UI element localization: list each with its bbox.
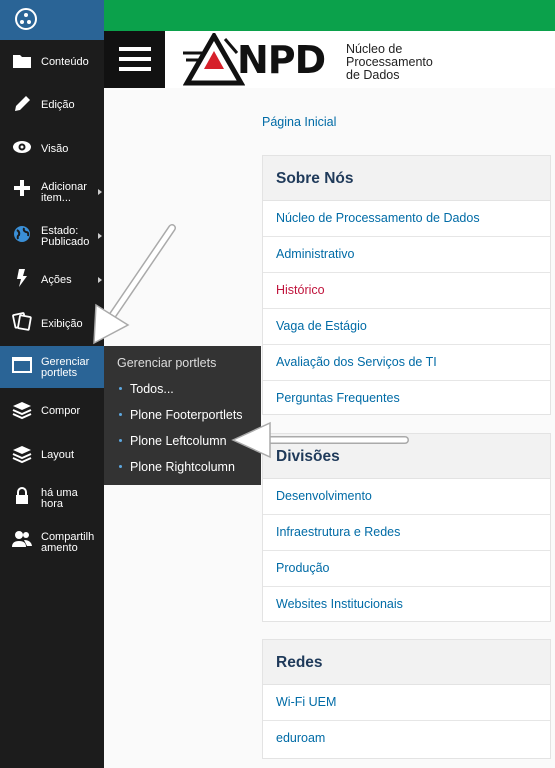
portlet-link[interactable]: Desenvolvimento [263, 479, 550, 515]
submenu-item-todos[interactable]: Todos... [130, 382, 174, 396]
toolbar-item-gerenciar-portlets[interactable]: Gerenciar portlets [0, 346, 112, 388]
toolbar-item-lock[interactable]: há uma hora [0, 484, 104, 514]
top-bar [104, 0, 555, 31]
chevron-right-icon [98, 277, 102, 283]
portlet-link[interactable]: Avaliação dos Serviços de TI [263, 345, 550, 381]
bullet-icon [119, 413, 122, 416]
toolbar-item-acoes[interactable]: Ações [0, 266, 104, 294]
portlet-link[interactable]: Wi-Fi UEM [263, 685, 550, 721]
chevron-right-icon [98, 189, 102, 195]
submenu-item-rightcolumn[interactable]: Plone Rightcolumn [130, 460, 235, 474]
toolbar-item-label: Exibição [41, 318, 83, 330]
portlets-icon [12, 357, 32, 373]
arrow-icon [93, 224, 176, 345]
portlet-link[interactable]: Histórico [263, 273, 550, 309]
portlet-redes: Redes Wi-Fi UEM eduroam [262, 639, 551, 759]
submenu-title: Gerenciar portlets [117, 356, 217, 370]
plone-toolbar: Conteúdo Edição Visão Adicionar item... … [0, 0, 112, 768]
chevron-right-icon [98, 233, 102, 239]
folder-icon [13, 55, 31, 68]
toolbar-item-label: Compartilhamento [41, 531, 95, 554]
portlet-link[interactable]: Websites Institucionais [263, 587, 550, 623]
eye-icon [13, 141, 31, 153]
toolbar-item-label: Estado: Publicado [41, 225, 90, 248]
hamburger-line [119, 47, 151, 51]
toolbar-item-compartilhamento[interactable]: Compartilhamento [0, 528, 104, 558]
lock-icon [16, 487, 28, 504]
portlet-title[interactable]: Redes [263, 640, 550, 685]
portlet-link[interactable]: eduroam [263, 721, 550, 757]
toolbar-item-compor[interactable]: Compor [0, 398, 104, 426]
hamburger-line [119, 67, 151, 71]
logo-text: NPD [237, 38, 326, 82]
plus-icon [14, 180, 30, 196]
toolbar-item-conteudo[interactable]: Conteúdo [0, 48, 104, 76]
toolbar-item-estado[interactable]: Estado: Publicado [0, 222, 104, 252]
toolbar-item-exibicao[interactable]: Exibição [0, 310, 104, 338]
users-icon [12, 531, 32, 547]
npd-logo-icon[interactable] [183, 33, 245, 88]
bullet-icon [119, 439, 122, 442]
breadcrumb-home-link[interactable]: Página Inicial [262, 115, 336, 129]
toolbar-item-edicao[interactable]: Edição [0, 91, 104, 119]
hamburger-line [119, 57, 151, 61]
layers-icon [12, 402, 32, 420]
toolbar-item-label: Ações [41, 274, 72, 286]
portlet-link[interactable]: Produção [263, 551, 550, 587]
toolbar-item-layout[interactable]: Layout [0, 442, 104, 470]
hamburger-menu-button[interactable] [104, 31, 165, 88]
pencil-icon [15, 96, 30, 111]
manage-portlets-submenu: Gerenciar portlets Todos... Plone Footer… [104, 346, 261, 485]
submenu-item-footerportlets[interactable]: Plone Footerportlets [130, 408, 243, 422]
portlet-divisoes: Divisões Desenvolvimento Infraestrutura … [262, 433, 551, 622]
portlet-link[interactable]: Núcleo de Processamento de Dados [263, 201, 550, 237]
toolbar-item-label: Gerenciar portlets [41, 356, 90, 379]
submenu-item-leftcolumn[interactable]: Plone Leftcolumn [130, 434, 227, 448]
bolt-icon [17, 269, 27, 287]
bullet-icon [119, 465, 122, 468]
toolbar-item-adicionar[interactable]: Adicionar item... [0, 178, 104, 208]
toolbar-item-label: Layout [41, 449, 75, 461]
globe-icon [14, 226, 30, 242]
logo-subtitle: Núcleo de Processamento de Dados [346, 43, 433, 82]
toolbar-item-label: há uma hora [41, 487, 78, 510]
toolbar-item-label: Edição [41, 99, 75, 111]
layers-icon [12, 446, 32, 464]
logo-subtitle-line: de Dados [346, 68, 400, 82]
portlet-title[interactable]: Divisões [263, 434, 550, 479]
toolbar-item-label: Compor [41, 405, 81, 417]
toolbar-item-label: Visão [41, 143, 69, 155]
plone-logo-button[interactable] [0, 0, 104, 40]
portlet-link[interactable]: Vaga de Estágio [263, 309, 550, 345]
toolbar-item-label: Conteúdo [41, 56, 89, 68]
portlet-link[interactable]: Infraestrutura e Redes [263, 515, 550, 551]
toolbar-item-label: Adicionar item... [41, 181, 87, 204]
portlet-link[interactable]: Administrativo [263, 237, 550, 273]
portlet-title[interactable]: Sobre Nós [263, 156, 550, 201]
bullet-icon [119, 387, 122, 390]
portlet-link[interactable]: Perguntas Frequentes [263, 381, 550, 417]
portlet-sobre-nos: Sobre Nós Núcleo de Processamento de Dad… [262, 155, 551, 415]
toolbar-item-visao[interactable]: Visão [0, 135, 104, 163]
display-icon [12, 312, 32, 331]
plone-logo-icon [15, 8, 37, 30]
